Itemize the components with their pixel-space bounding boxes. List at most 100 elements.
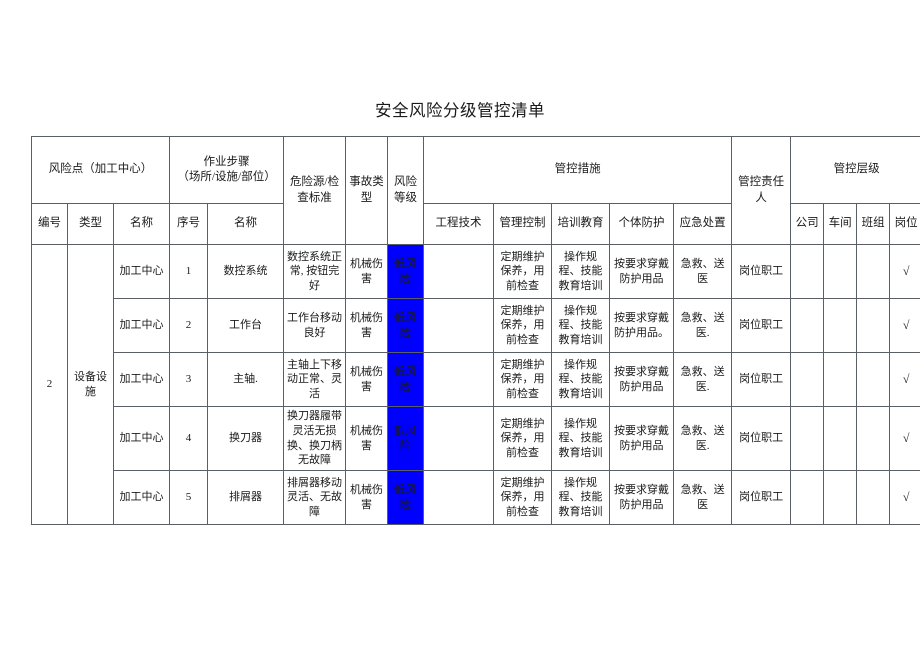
cell-accident-type: 机械伤害 [345,298,389,353]
cell-management-control: 定期维护保养，用前检查 [493,298,553,353]
cell-risk-point-name: 加工中心 [112,244,171,299]
cell-training-education: 操作规程、技能教育培训 [551,470,611,525]
cell-level-workshop [823,298,858,353]
header-risk-point-type: 类型 [67,203,114,245]
header-risk-point-name: 名称 [112,203,171,245]
cell-management-control: 定期维护保养，用前检查 [493,352,553,407]
cell-hazard-source: 排屑器移动灵活、无故障 [283,470,347,525]
header-training-education: 培训教育 [551,203,611,245]
cell-hazard-source: 主轴上下移动正常、灵活 [283,352,347,407]
header-management-control: 管理控制 [493,203,553,245]
cell-accident-type: 机械伤害 [345,470,389,525]
header-risk-level: 风险等级 [387,136,425,245]
cell-risk-level: 低风险 [387,298,425,353]
cell-emergency-response: 急救、送医. [673,298,733,353]
risk-control-table-container: 风险点（加工中心） 作业步骤 （场所/设施/部位） 危险源/检查标准 事故类型 … [30,136,920,525]
cell-accident-type: 机械伤害 [345,352,389,407]
cell-step-name: 主轴. [207,352,285,407]
cell-personal-protection: 按要求穿戴防护用品。 [609,298,675,353]
cell-level-post: √ [889,352,920,407]
cell-level-workshop [823,406,858,471]
cell-level-team [856,244,891,299]
cell-risk-point-name: 加工中心 [112,470,171,525]
risk-table-body: 2 设备设施 加工中心 1 数控系统 数控系统正常, 按钮完好 机械伤害 低风险… [31,244,920,525]
cell-level-company [790,298,825,353]
cell-step-no: 4 [169,406,209,471]
header-risk-point-no: 编号 [31,203,68,245]
cell-level-company [790,406,825,471]
cell-hazard-source: 换刀器履带灵活无损换、换刀柄无故障 [283,406,347,471]
header-risk-point-group: 风险点（加工中心） [30,136,171,204]
cell-level-company [790,470,825,525]
header-responsible-person: 管控责任人 [731,136,792,245]
cell-emergency-response: 急救、送医 [673,244,733,299]
cell-emergency-response: 急救、送医 [673,470,733,525]
cell-step-name: 工作台 [207,298,285,353]
cell-accident-type: 机械伤害 [345,406,389,471]
cell-risk-level: 低风险 [387,352,425,407]
cell-personal-protection: 按要求穿戴防护用品 [609,406,675,471]
table-row: 加工中心 3 主轴. 主轴上下移动正常、灵活 机械伤害 低风险 定期维护保养，用… [32,352,920,407]
header-personal-protection: 个体防护 [609,203,675,245]
cell-hazard-source: 工作台移动良好 [283,298,347,353]
cell-engineering-tech [423,352,495,407]
cell-training-education: 操作规程、技能教育培训 [551,406,611,471]
cell-step-name: 换刀器 [207,406,285,471]
cell-responsible-person: 岗位职工 [731,244,792,299]
cell-engineering-tech [423,470,495,525]
header-step-name: 名称 [207,203,285,245]
cell-level-team [856,406,891,471]
cell-level-post: √ [889,298,920,353]
cell-personal-protection: 按要求穿戴防护用品 [609,244,675,299]
page-title: 安全风险分级管控清单 [375,101,545,120]
header-engineering-tech: 工程技术 [423,203,495,245]
cell-responsible-person: 岗位职工 [731,470,792,525]
header-accident-type: 事故类型 [345,136,389,245]
cell-step-name: 数控系统 [207,244,285,299]
header-level-workshop: 车间 [823,203,858,245]
cell-management-control: 定期维护保养，用前检查 [493,244,553,299]
header-work-step-group: 作业步骤 （场所/设施/部位） [169,136,285,204]
cell-responsible-person: 岗位职工 [731,298,792,353]
cell-level-workshop [823,470,858,525]
risk-control-table: 风险点（加工中心） 作业步骤 （场所/设施/部位） 危险源/检查标准 事故类型 … [30,136,920,525]
cell-risk-point-no: 2 [31,244,68,525]
header-level-post: 岗位 [889,203,920,245]
cell-training-education: 操作规程、技能教育培训 [551,298,611,353]
header-control-measures-group: 管控措施 [423,136,733,204]
cell-responsible-person: 岗位职工 [731,352,792,407]
cell-step-name: 排屑器 [207,470,285,525]
cell-step-no: 1 [169,244,209,299]
cell-level-post: √ [889,244,920,299]
cell-level-company [790,244,825,299]
cell-hazard-source: 数控系统正常, 按钮完好 [283,244,347,299]
cell-level-team [856,352,891,407]
cell-risk-level: 低风险 [387,406,425,471]
header-level-company: 公司 [790,203,825,245]
cell-risk-point-name: 加工中心 [112,352,171,407]
cell-level-workshop [823,244,858,299]
cell-accident-type: 机械伤害 [345,244,389,299]
cell-engineering-tech [423,244,495,299]
cell-risk-point-name: 加工中心 [112,406,171,471]
cell-risk-point-type: 设备设施 [67,244,114,525]
cell-level-post: √ [889,470,920,525]
cell-risk-level: 低风险 [387,244,425,299]
cell-engineering-tech [423,298,495,353]
header-emergency-response: 应急处置 [673,203,733,245]
header-work-step-line2: （场所/设施/部位） [177,171,276,183]
cell-personal-protection: 按要求穿戴防护用品 [609,470,675,525]
cell-level-team [856,298,891,353]
cell-level-team [856,470,891,525]
cell-step-no: 3 [169,352,209,407]
cell-management-control: 定期维护保养，用前检查 [493,406,553,471]
header-hazard-source: 危险源/检查标准 [283,136,347,245]
table-row: 加工中心 2 工作台 工作台移动良好 机械伤害 低风险 定期维护保养，用前检查 … [32,298,920,353]
document-page: 安全风险分级管控清单 风险点（加工中心） 作业步骤 （场所/设施/部位） 危险源… [0,0,920,651]
cell-risk-point-name: 加工中心 [112,298,171,353]
cell-responsible-person: 岗位职工 [731,406,792,471]
header-level-team: 班组 [856,203,891,245]
cell-step-no: 2 [169,298,209,353]
cell-emergency-response: 急救、送医. [673,406,733,471]
table-row: 加工中心 4 换刀器 换刀器履带灵活无损换、换刀柄无故障 机械伤害 低风险 定期… [32,406,920,471]
